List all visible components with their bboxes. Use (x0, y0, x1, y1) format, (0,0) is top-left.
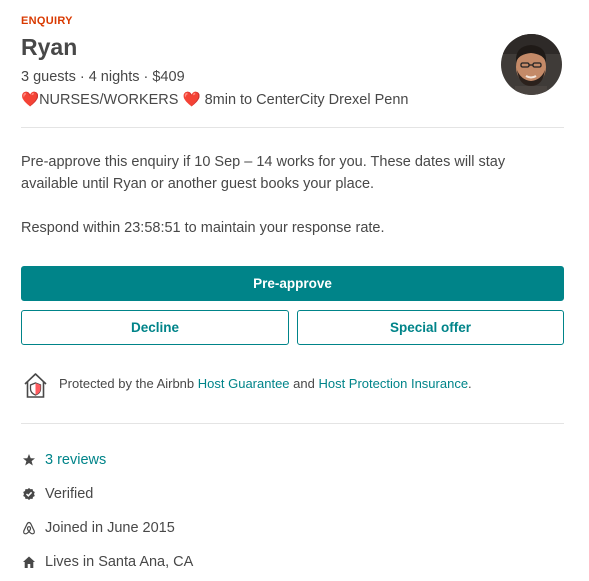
house-icon (22, 555, 36, 569)
host-protection-notice: Protected by the Airbnb Host Guarantee a… (21, 371, 564, 399)
joined-date: Joined in June 2015 (45, 520, 175, 536)
verified-label: Verified (45, 486, 94, 502)
fact-verified: Verified (21, 484, 564, 506)
trip-details: 3 guests · 4 nights · $409 (21, 69, 185, 85)
divider (21, 423, 564, 424)
divider (21, 127, 564, 128)
verified-check-icon (22, 487, 36, 501)
protection-prefix: Protected by the Airbnb (59, 376, 198, 391)
guest-name[interactable]: Ryan (21, 34, 77, 61)
reviews-link[interactable]: 3 reviews (45, 450, 106, 470)
preapprove-message: Pre-approve this enquiry if 10 Sep – 14 … (21, 154, 506, 192)
heart-emoji-icon: ❤️ (182, 92, 201, 108)
host-protection-insurance-link[interactable]: Host Protection Insurance (318, 376, 468, 391)
listing-name-part2: 8min to CenterCity Drexel Penn (200, 92, 409, 108)
fact-location: Lives in Santa Ana, CA (21, 552, 564, 574)
protection-middle: and (289, 376, 319, 391)
heart-emoji-icon: ❤️ (21, 92, 40, 108)
location-label: Lives in Santa Ana, CA (45, 554, 194, 570)
fact-joined: Joined in June 2015 (21, 518, 564, 540)
host-guarantee-link[interactable]: Host Guarantee (198, 376, 290, 391)
guest-avatar[interactable] (501, 34, 562, 95)
preapprove-button[interactable]: Pre-approve (21, 266, 564, 301)
house-shield-icon (22, 371, 49, 399)
decline-button[interactable]: Decline (21, 310, 289, 345)
airbnb-logo-icon (22, 521, 36, 535)
listing-name[interactable]: ❤️NURSES/WORKERS ❤️ 8min to CenterCity D… (21, 91, 408, 108)
protection-text: Protected by the Airbnb Host Guarantee a… (59, 376, 472, 391)
protection-suffix: . (468, 376, 472, 391)
star-icon (22, 453, 36, 467)
fact-reviews[interactable]: 3 reviews (21, 450, 564, 472)
special-offer-button[interactable]: Special offer (297, 310, 564, 345)
listing-name-part1: NURSES/WORKERS (39, 92, 183, 108)
response-timer-message: Respond within 23:58:51 to maintain your… (21, 220, 385, 236)
enquiry-badge: ENQUIRY (21, 15, 73, 27)
